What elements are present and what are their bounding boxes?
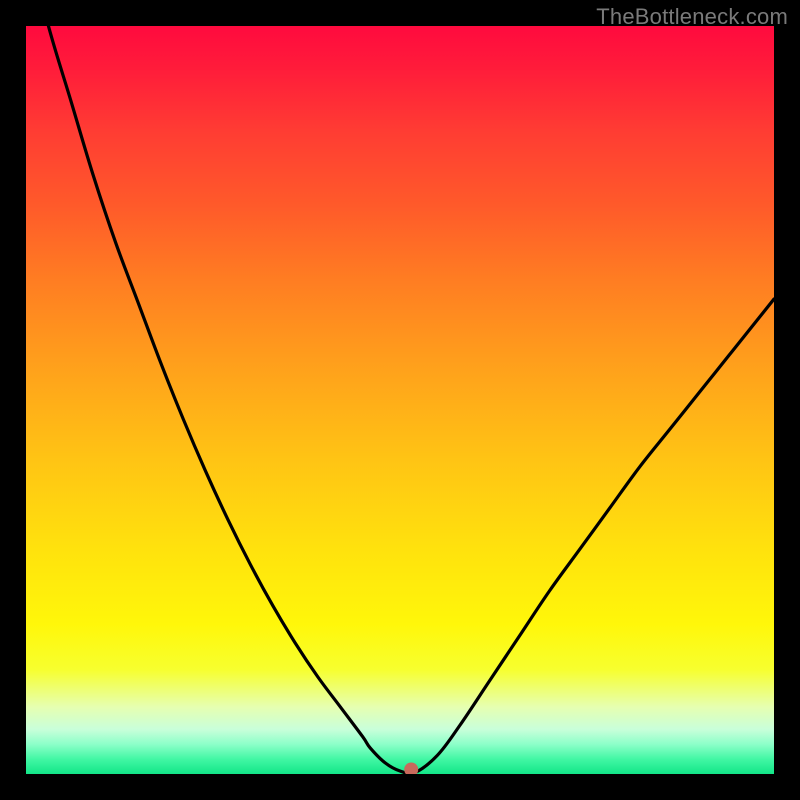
- plot-area: [26, 26, 774, 774]
- minimum-marker-icon: [404, 763, 418, 774]
- curve-layer: [26, 26, 774, 774]
- watermark-text: TheBottleneck.com: [596, 4, 788, 30]
- bottleneck-curve: [26, 26, 774, 774]
- chart-frame: TheBottleneck.com: [0, 0, 800, 800]
